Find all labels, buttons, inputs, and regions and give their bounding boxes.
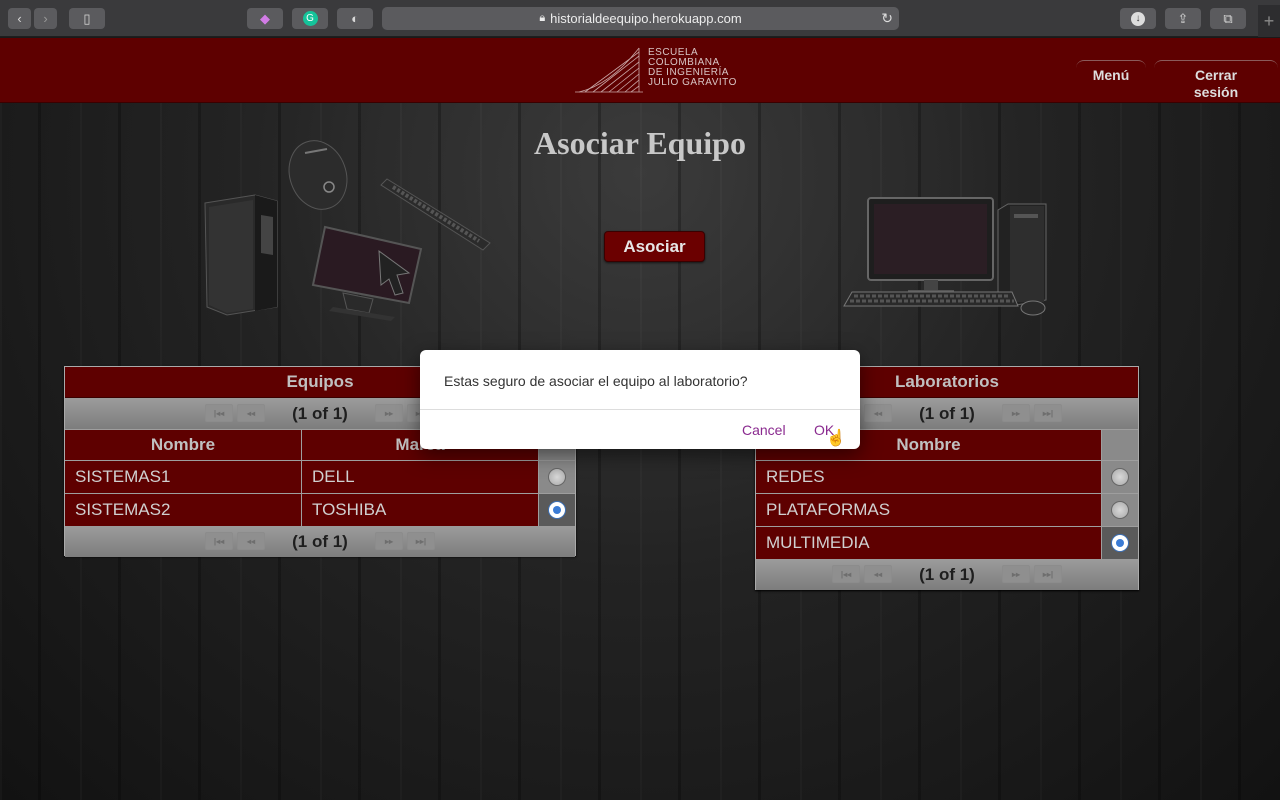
chevron-right-icon: › <box>43 11 48 26</box>
logo-text: ESCUELA COLOMBIANA DE INGENIERÍA JULIO G… <box>648 48 737 88</box>
cell-nombre: SISTEMAS1 <box>65 461 302 493</box>
plus-icon: + <box>1263 10 1275 31</box>
menu-label: Menú <box>1092 67 1130 83</box>
radio-button-selected[interactable] <box>1111 534 1129 552</box>
table-row[interactable]: SISTEMAS1 DELL <box>65 460 575 493</box>
school-logo: ESCUELA COLOMBIANA DE INGENIERÍA JULIO G… <box>575 46 755 94</box>
mouse-icon <box>288 140 348 210</box>
cell-marca: DELL <box>302 461 539 493</box>
extension-grammarly-button[interactable]: G <box>292 8 328 29</box>
pc-tower-icon <box>204 194 278 316</box>
logo-line: JULIO GARAVITO <box>648 77 737 88</box>
address-bar[interactable]: 🔒︎ historialdeequipo.herokuapp.com ↻ <box>382 7 899 30</box>
forward-button[interactable]: › <box>34 8 57 29</box>
cancel-button[interactable]: Cancel <box>742 422 786 438</box>
row-select-cell[interactable] <box>1102 461 1138 493</box>
extension-cube-button[interactable]: ◆ <box>247 8 283 29</box>
reload-icon[interactable]: ↻ <box>881 10 893 27</box>
logout-button[interactable]: Cerrar sesión <box>1154 60 1278 101</box>
cell-nombre: PLATAFORMAS <box>756 494 1102 526</box>
confirm-dialog: Estas seguro de asociar el equipo al lab… <box>420 350 860 449</box>
equipos-pager-bottom: |◂◂ ◂◂ (1 of 1) ▸▸ ▸▸| <box>65 526 575 557</box>
tabs-button[interactable]: ⧉ <box>1210 8 1246 29</box>
column-header-select <box>1102 430 1138 460</box>
next-page-button[interactable]: ▸▸ <box>375 532 403 550</box>
desktop-computer-image <box>843 197 1047 316</box>
pager-text: (1 of 1) <box>292 403 348 423</box>
pc-tower-icon <box>997 203 1047 307</box>
grammarly-icon: G <box>302 11 318 26</box>
radio-button[interactable] <box>548 468 566 486</box>
prev-page-button[interactable]: ◂◂ <box>237 532 265 550</box>
share-button[interactable]: ⇪ <box>1165 8 1201 29</box>
extension-privacy-button[interactable]: ◐ <box>337 8 373 29</box>
cube-icon: ◆ <box>260 10 270 26</box>
share-icon: ⇪ <box>1177 10 1189 26</box>
url-text: historialdeequipo.herokuapp.com <box>550 11 742 26</box>
pager-text: (1 of 1) <box>919 564 975 584</box>
table-row[interactable]: PLATAFORMAS <box>756 493 1138 526</box>
cell-nombre: MULTIMEDIA <box>756 527 1102 559</box>
row-select-cell[interactable] <box>1102 527 1138 559</box>
column-header-nombre[interactable]: Nombre <box>65 430 302 460</box>
page-title: Asociar Equipo <box>534 125 746 161</box>
last-page-button[interactable]: ▸▸| <box>407 532 435 550</box>
laboratorios-pager-bottom: |◂◂ ◂◂ (1 of 1) ▸▸ ▸▸| <box>756 559 1138 590</box>
next-page-button[interactable]: ▸▸ <box>1002 404 1030 422</box>
sidebar-icon: ▯ <box>83 10 91 26</box>
prev-page-button[interactable]: ◂◂ <box>864 565 892 583</box>
pager-text: (1 of 1) <box>919 403 975 423</box>
computer-parts-image <box>204 140 491 321</box>
row-select-cell[interactable] <box>1102 494 1138 526</box>
radio-button[interactable] <box>1111 468 1129 486</box>
download-icon: ↓ <box>1131 11 1145 26</box>
dialog-message: Estas seguro de asociar el equipo al lab… <box>444 373 748 389</box>
monitor-icon <box>867 197 994 294</box>
new-tab-button[interactable]: + <box>1258 5 1280 37</box>
table-row[interactable]: SISTEMAS2 TOSHIBA <box>65 493 575 526</box>
mouse-icon <box>1020 300 1046 316</box>
logo-mark-icon <box>575 47 643 93</box>
menu-button[interactable]: Menú <box>1076 60 1146 84</box>
asociar-button[interactable]: Asociar <box>604 231 705 262</box>
cell-nombre: SISTEMAS2 <box>65 494 302 526</box>
keyboard-icon <box>843 291 1019 307</box>
tabs-icon: ⧉ <box>1223 10 1233 26</box>
prev-page-button[interactable]: ◂◂ <box>237 404 265 422</box>
cell-nombre: REDES <box>756 461 1102 493</box>
site-header: ESCUELA COLOMBIANA DE INGENIERÍA JULIO G… <box>0 38 1280 103</box>
pager-text: (1 of 1) <box>292 531 348 551</box>
row-select-cell[interactable] <box>539 461 575 493</box>
monitor-icon <box>311 225 423 321</box>
sidebar-button[interactable]: ▯ <box>69 8 105 29</box>
cell-marca: TOSHIBA <box>302 494 539 526</box>
keyboard-icon <box>380 178 491 251</box>
hand-cursor-icon: ☝ <box>826 430 846 447</box>
downloads-button[interactable]: ↓ <box>1120 8 1156 29</box>
chevron-left-icon: ‹ <box>17 11 22 26</box>
lock-icon: 🔒︎ <box>539 12 546 24</box>
next-page-button[interactable]: ▸▸ <box>375 404 403 422</box>
last-page-button[interactable]: ▸▸| <box>1034 565 1062 583</box>
row-select-cell[interactable] <box>539 494 575 526</box>
logout-label: Cerrar sesión <box>1193 67 1239 100</box>
first-page-button[interactable]: |◂◂ <box>205 532 233 550</box>
dialog-divider <box>420 409 860 410</box>
radio-button[interactable] <box>1111 501 1129 519</box>
table-row[interactable]: REDES <box>756 460 1138 493</box>
back-button[interactable]: ‹ <box>8 8 31 29</box>
next-page-button[interactable]: ▸▸ <box>1002 565 1030 583</box>
last-page-button[interactable]: ▸▸| <box>1034 404 1062 422</box>
prev-page-button[interactable]: ◂◂ <box>864 404 892 422</box>
first-page-button[interactable]: |◂◂ <box>205 404 233 422</box>
shield-icon: ◐ <box>351 11 359 26</box>
browser-toolbar: ‹ › ▯ ◆ G ◐ 🔒︎ historialdeequipo.herokua… <box>0 0 1280 37</box>
radio-button-selected[interactable] <box>548 501 566 519</box>
table-row[interactable]: MULTIMEDIA <box>756 526 1138 559</box>
first-page-button[interactable]: |◂◂ <box>832 565 860 583</box>
